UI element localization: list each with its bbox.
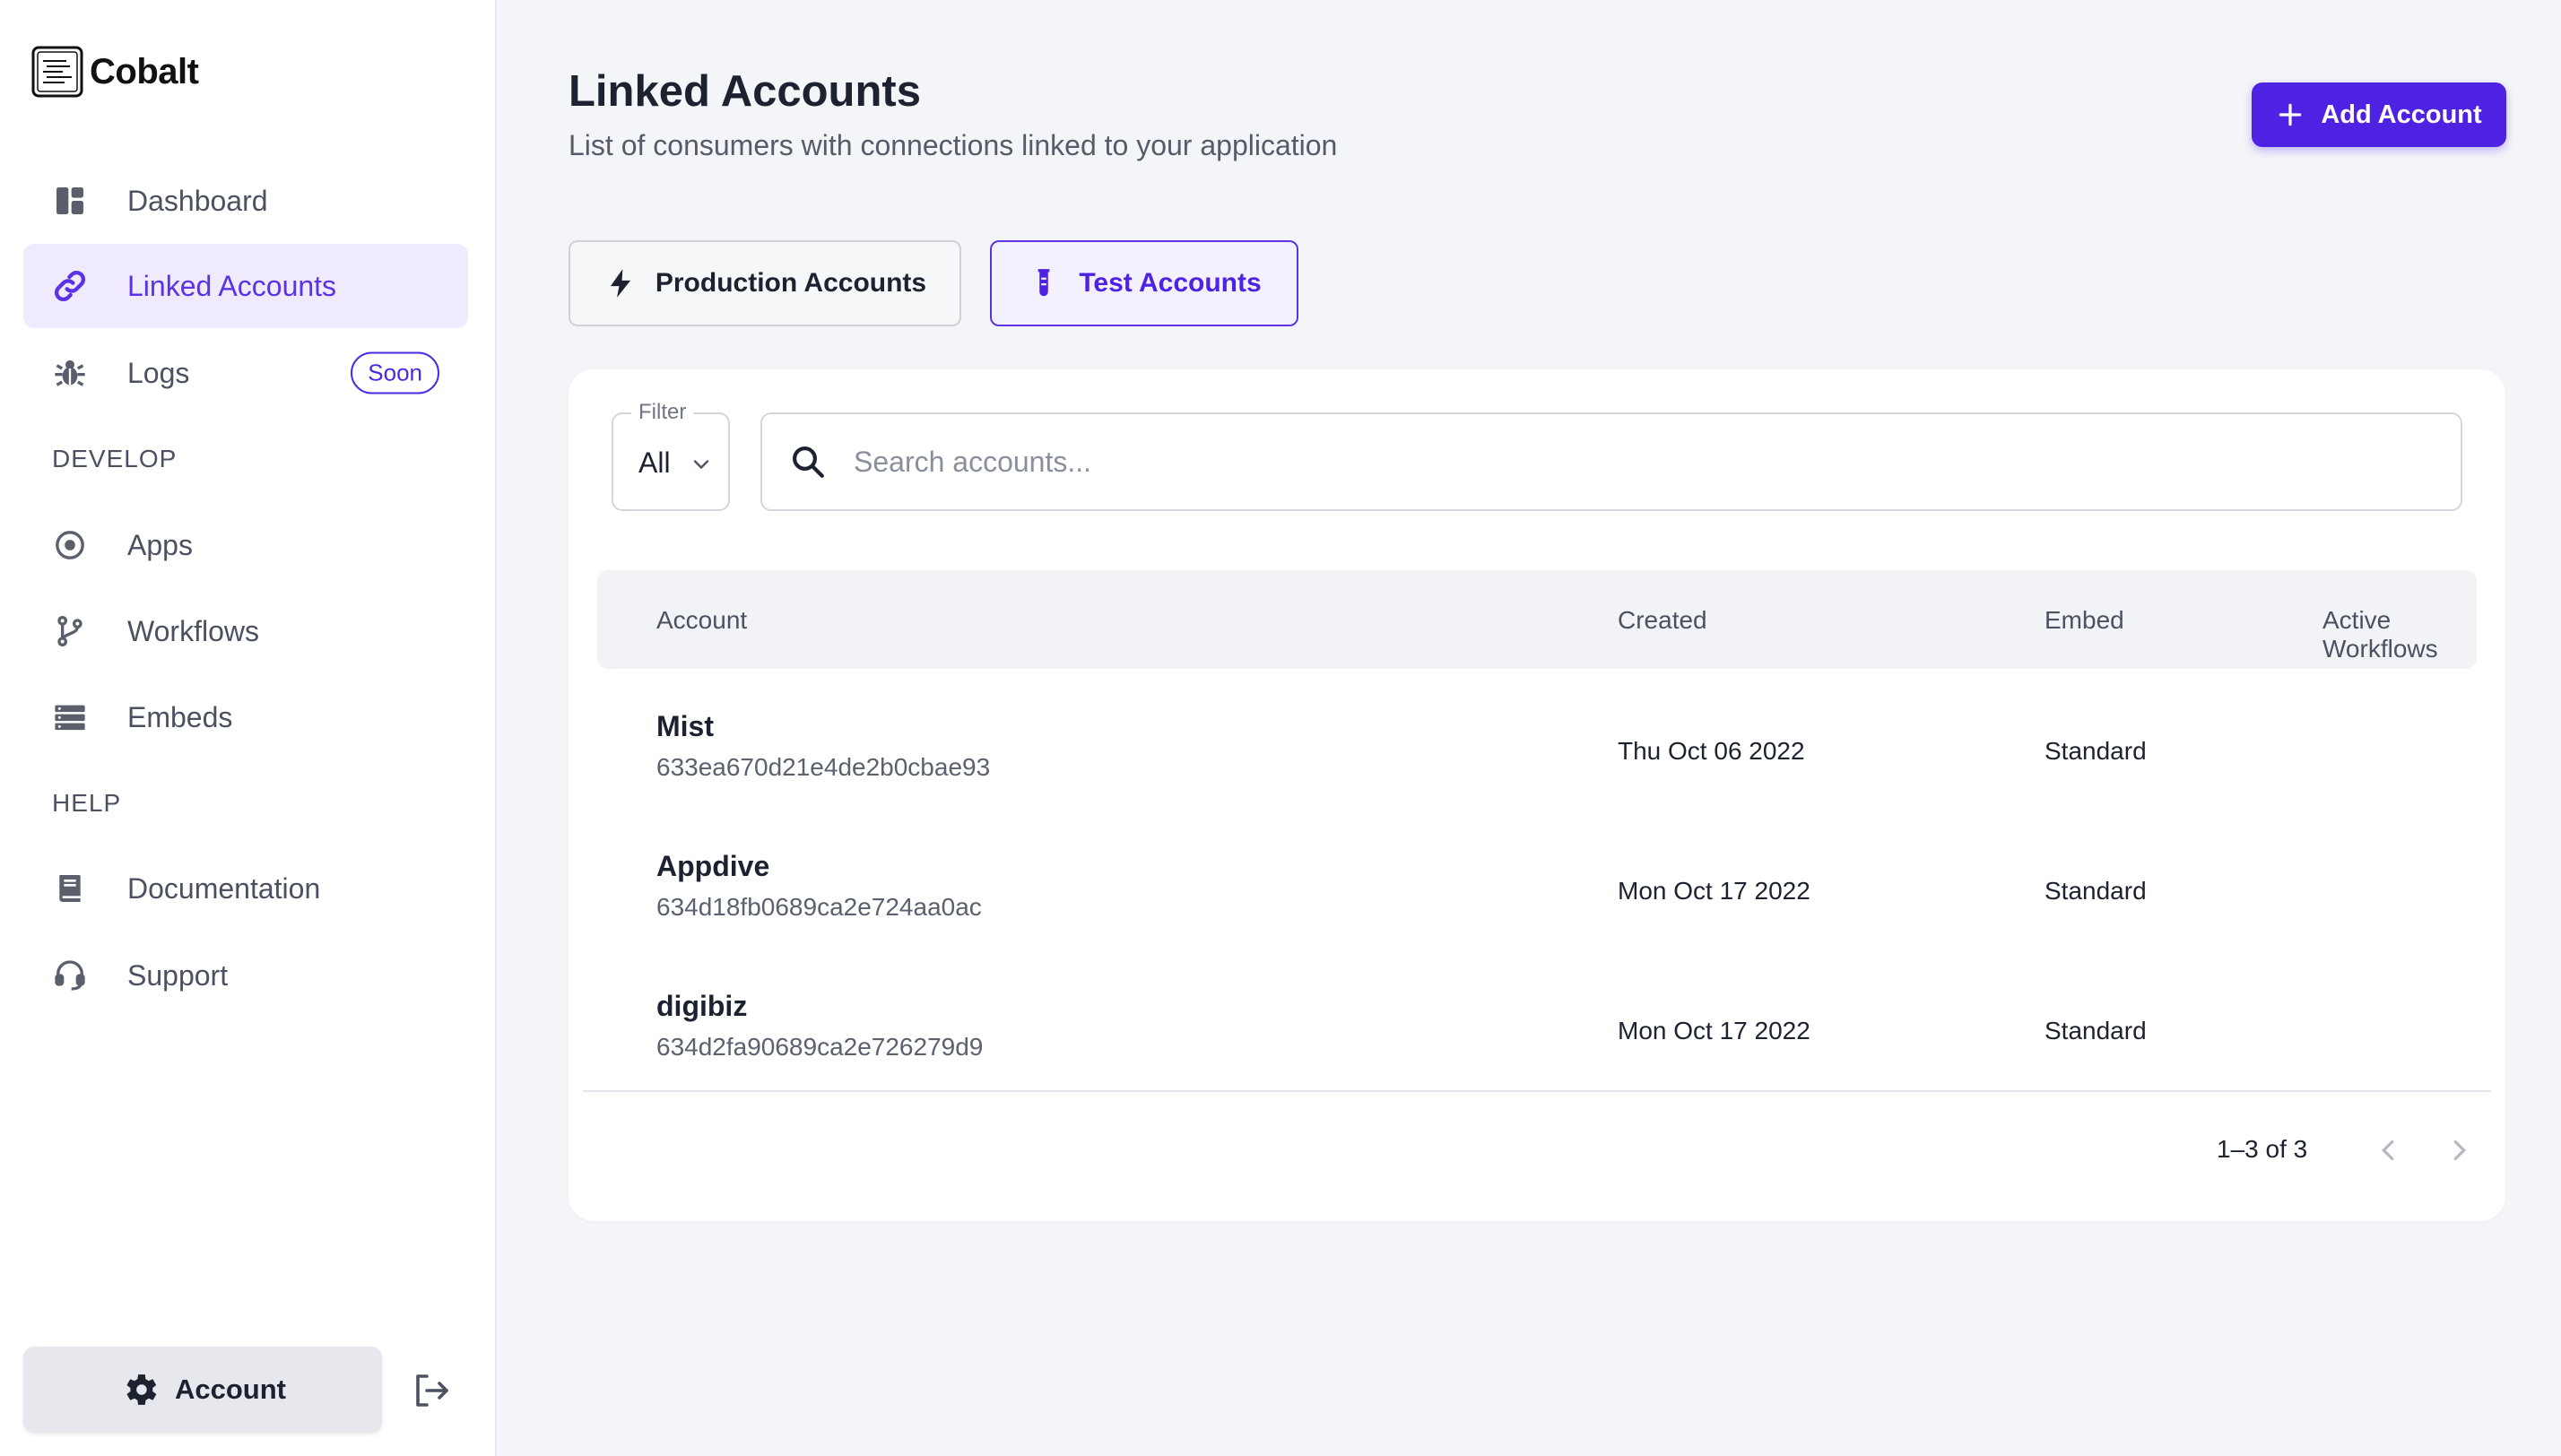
column-header-created[interactable]: Created xyxy=(1618,606,1707,635)
sidebar-item-label: Logs xyxy=(127,356,190,389)
filter-value: All xyxy=(638,446,671,479)
sidebar-item-label: Embeds xyxy=(127,700,233,733)
brand-name: Cobalt xyxy=(90,51,199,91)
tab-test-accounts[interactable]: Test Accounts xyxy=(990,240,1298,326)
soon-badge: Soon xyxy=(351,351,439,394)
sidebar: Cobalt Dashboard Linked Accounts Logs So… xyxy=(0,0,497,1456)
bug-icon xyxy=(50,353,90,393)
chevron-left-icon[interactable] xyxy=(2371,1133,2405,1167)
table-header: Account Created Embed Active Workflows xyxy=(597,570,2477,669)
add-account-button[interactable]: Add Account xyxy=(2252,82,2506,147)
cobalt-logo-icon xyxy=(31,46,83,98)
sidebar-item-label: Linked Accounts xyxy=(127,269,337,302)
account-button[interactable]: Account xyxy=(23,1347,382,1433)
account-id: 634d18fb0689ca2e724aa0ac xyxy=(656,893,982,921)
created-date: Mon Oct 17 2022 xyxy=(1618,877,1810,905)
sidebar-item-documentation[interactable]: Documentation xyxy=(23,846,468,931)
dashboard-icon xyxy=(50,181,90,221)
sidebar-item-label: Apps xyxy=(127,528,193,561)
section-label-help: HELP xyxy=(52,789,122,817)
tab-label: Production Accounts xyxy=(655,268,927,298)
sidebar-item-apps[interactable]: Apps xyxy=(23,503,468,587)
table-row[interactable]: Mist 633ea670d21e4de2b0cbae93 Thu Oct 06… xyxy=(597,681,2477,821)
table-row[interactable]: digibiz 634d2fa90689ca2e726279d9 Mon Oct… xyxy=(597,961,2477,1101)
sidebar-item-workflows[interactable]: Workflows xyxy=(23,589,468,673)
filter-label: Filter xyxy=(631,400,694,425)
accounts-card: Filter All Account Created Embed Active … xyxy=(569,369,2505,1221)
sidebar-item-embeds[interactable]: Embeds xyxy=(23,675,468,759)
account-label: Account xyxy=(175,1374,286,1405)
workflow-branch-icon xyxy=(50,611,90,651)
table-row[interactable]: Appdive 634d18fb0689ca2e724aa0ac Mon Oct… xyxy=(597,821,2477,961)
link-icon xyxy=(50,266,90,306)
logout-icon[interactable] xyxy=(409,1369,452,1412)
created-date: Thu Oct 06 2022 xyxy=(1618,737,1805,765)
plus-icon xyxy=(2279,103,2302,126)
search-bar[interactable] xyxy=(760,412,2462,511)
account-id: 633ea670d21e4de2b0cbae93 xyxy=(656,753,991,781)
search-icon xyxy=(793,446,824,478)
sidebar-item-support[interactable]: Support xyxy=(23,933,468,1018)
book-icon xyxy=(50,869,90,908)
sidebar-item-label: Workflows xyxy=(127,614,259,647)
column-header-embed[interactable]: Embed xyxy=(2044,606,2124,635)
embeds-icon xyxy=(50,698,90,737)
test-tube-icon xyxy=(1037,269,1050,297)
created-date: Mon Oct 17 2022 xyxy=(1618,1017,1810,1044)
embed-type: Standard xyxy=(2044,877,2147,905)
page-subtitle: List of consumers with connections linke… xyxy=(569,129,1338,161)
chevron-right-icon[interactable] xyxy=(2443,1133,2477,1167)
sidebar-item-label: Documentation xyxy=(127,871,321,905)
headset-icon xyxy=(50,956,90,995)
sidebar-item-linked-accounts[interactable]: Linked Accounts xyxy=(23,244,468,328)
sidebar-item-label: Dashboard xyxy=(127,184,268,217)
sidebar-item-label: Support xyxy=(127,958,229,992)
account-id: 634d2fa90689ca2e726279d9 xyxy=(656,1033,984,1061)
sidebar-item-logs[interactable]: Logs Soon xyxy=(23,331,468,415)
gear-icon xyxy=(126,1374,157,1405)
account-name: Mist xyxy=(656,710,714,742)
table-divider xyxy=(583,1090,2491,1092)
chevron-down-icon xyxy=(693,460,709,470)
account-name: Appdive xyxy=(656,850,770,882)
add-account-label: Add Account xyxy=(2321,100,2482,129)
sidebar-item-dashboard[interactable]: Dashboard xyxy=(23,159,468,243)
tab-production-accounts[interactable]: Production Accounts xyxy=(569,240,961,326)
pagination-range: 1–3 of 3 xyxy=(2217,1135,2308,1163)
brand-logo[interactable]: Cobalt xyxy=(30,45,199,99)
bolt-icon xyxy=(610,269,630,298)
column-header-account[interactable]: Account xyxy=(656,606,747,635)
filter-select[interactable]: Filter All xyxy=(612,400,730,511)
tab-label: Test Accounts xyxy=(1079,268,1262,298)
column-header-active-workflows[interactable]: Active Workflows xyxy=(2322,606,2477,663)
section-label-develop: DEVELOP xyxy=(52,445,178,472)
embed-type: Standard xyxy=(2044,1017,2147,1044)
embed-type: Standard xyxy=(2044,737,2147,765)
account-name: digibiz xyxy=(656,990,748,1022)
page-title: Linked Accounts xyxy=(569,67,921,116)
search-input[interactable] xyxy=(852,444,2380,480)
apps-icon xyxy=(50,525,90,565)
